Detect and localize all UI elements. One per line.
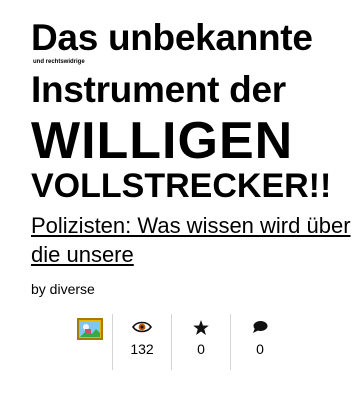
stat-views: 132	[113, 312, 171, 370]
favorites-count: 0	[197, 341, 205, 357]
stat-comments: 0	[231, 312, 289, 370]
item-stats: 132 0 0	[68, 312, 289, 370]
eye-icon	[132, 318, 152, 336]
speech-bubble-icon	[252, 318, 268, 336]
cover-line-2: Instrument der	[31, 69, 286, 110]
views-count: 132	[130, 341, 154, 357]
item-title-link[interactable]: Polizisten: Was wissen wird über die uns…	[31, 211, 351, 269]
item-byline: by diverse	[31, 281, 95, 297]
cover-line-3: WILLIGEN	[31, 112, 294, 170]
cover-image[interactable]: Das unbekannte und rechtswidrige Instrum…	[31, 18, 359, 208]
image-icon	[77, 318, 103, 340]
cover-line-1: Das unbekannte	[31, 18, 313, 58]
cover-line-4: VOLLSTRECKER!!	[31, 167, 332, 205]
star-icon	[193, 318, 209, 336]
mediatype-thumbnail[interactable]	[68, 312, 112, 370]
comments-count: 0	[256, 341, 264, 357]
cover-line-small: und rechtswidrige	[33, 59, 85, 65]
stat-favorites: 0	[172, 312, 230, 370]
item-card: Das unbekannte und rechtswidrige Instrum…	[0, 0, 359, 398]
